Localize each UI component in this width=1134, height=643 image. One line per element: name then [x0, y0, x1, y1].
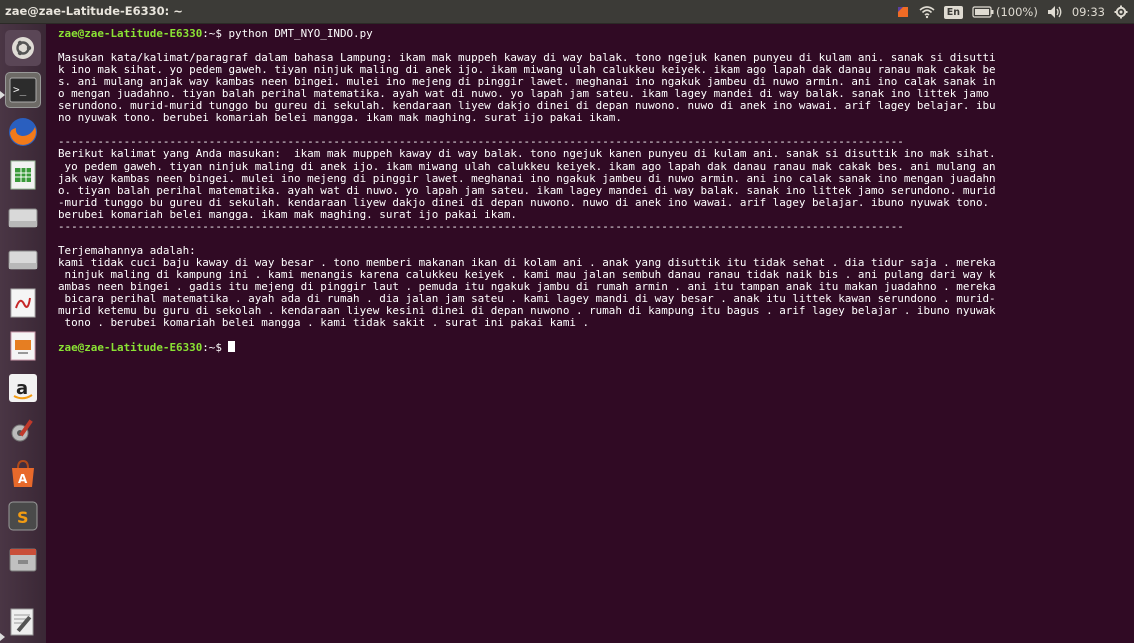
indicator-area: En (100%) 09:33 — [896, 3, 1128, 21]
volume-icon[interactable] — [1047, 5, 1063, 19]
launcher: >_ a A S — [0, 24, 47, 643]
wifi-icon[interactable] — [919, 5, 935, 19]
terminal-output: zae@zae-Latitude-E6330:~$ python DMT_NYO… — [58, 27, 1132, 355]
terminal-line: yo pedem gaweh. tiyan ninjuk maling di a… — [58, 159, 996, 173]
terminal-line: Berikut kalimat yang Anda masukan: ikam … — [58, 147, 996, 161]
presentation-icon[interactable] — [5, 328, 41, 364]
battery-percent: (100%) — [995, 5, 1038, 19]
final-prompt-path: :~$ — [202, 341, 222, 355]
clock[interactable]: 09:33 — [1072, 5, 1105, 19]
terminal-line: o. tiyan balah perihal matematika. ayah … — [58, 183, 996, 197]
top-panel: zae@zae-Latitude-E6330: ~ En (100%) 09:3… — [0, 0, 1134, 24]
terminal-icon[interactable]: >_ — [5, 72, 41, 108]
svg-text:S: S — [17, 508, 29, 527]
svg-text:a: a — [16, 378, 28, 399]
power-gear-icon[interactable] — [1114, 5, 1128, 19]
window-title: zae@zae-Latitude-E6330: ~ — [5, 4, 183, 18]
battery-indicator[interactable]: (100%) — [972, 5, 1038, 19]
sublime-icon[interactable]: S — [5, 498, 41, 534]
keyboard-icon[interactable]: En — [943, 5, 963, 19]
command-text: python DMT_NYO_INDO.py — [221, 27, 373, 40]
firefox-icon[interactable] — [5, 114, 41, 150]
output-lines: Masukan kata/kalimat/paragraf dalam baha… — [58, 40, 1132, 341]
ubuntu-dash-icon[interactable] — [5, 30, 41, 66]
text-cursor — [228, 341, 236, 353]
prompt-user: zae@zae-Latitude-E6330 — [58, 27, 203, 40]
terminal-line: berubei komariah belei mangga. ikam mak … — [58, 207, 517, 221]
battery-icon — [972, 6, 994, 18]
software-center-icon[interactable]: A — [5, 456, 41, 492]
prompt-path: :~$ — [202, 27, 222, 40]
spreadsheet-icon[interactable] — [5, 157, 41, 193]
text-editor-icon[interactable] — [5, 604, 41, 640]
svg-text:A: A — [18, 472, 28, 486]
terminal-window[interactable]: zae@zae-Latitude-E6330:~$ python DMT_NYO… — [46, 24, 1134, 643]
amazon-icon[interactable]: a — [5, 370, 41, 406]
drive-icon[interactable] — [5, 200, 41, 236]
dropbox-icon[interactable] — [896, 5, 910, 19]
terminal-line: jak way kambas neen bingei. mulei ino me… — [58, 171, 996, 185]
file-manager-icon[interactable] — [5, 542, 41, 578]
terminal-line: -murid tunggo bu gureu di sekulah. kenda… — [58, 195, 990, 209]
pdf-viewer-icon[interactable] — [5, 285, 41, 321]
settings-icon[interactable] — [5, 413, 41, 449]
final-prompt-user: zae@zae-Latitude-E6330 — [58, 341, 203, 355]
terminal-line: tono . berubei komariah belei mangga . k… — [58, 316, 590, 330]
terminal-line: no nyuwak tono. berubei komariah belei m… — [58, 111, 622, 125]
terminal-line: ----------------------------------------… — [58, 219, 904, 233]
svg-text:>_: >_ — [13, 83, 27, 96]
drive-icon[interactable] — [5, 242, 41, 278]
